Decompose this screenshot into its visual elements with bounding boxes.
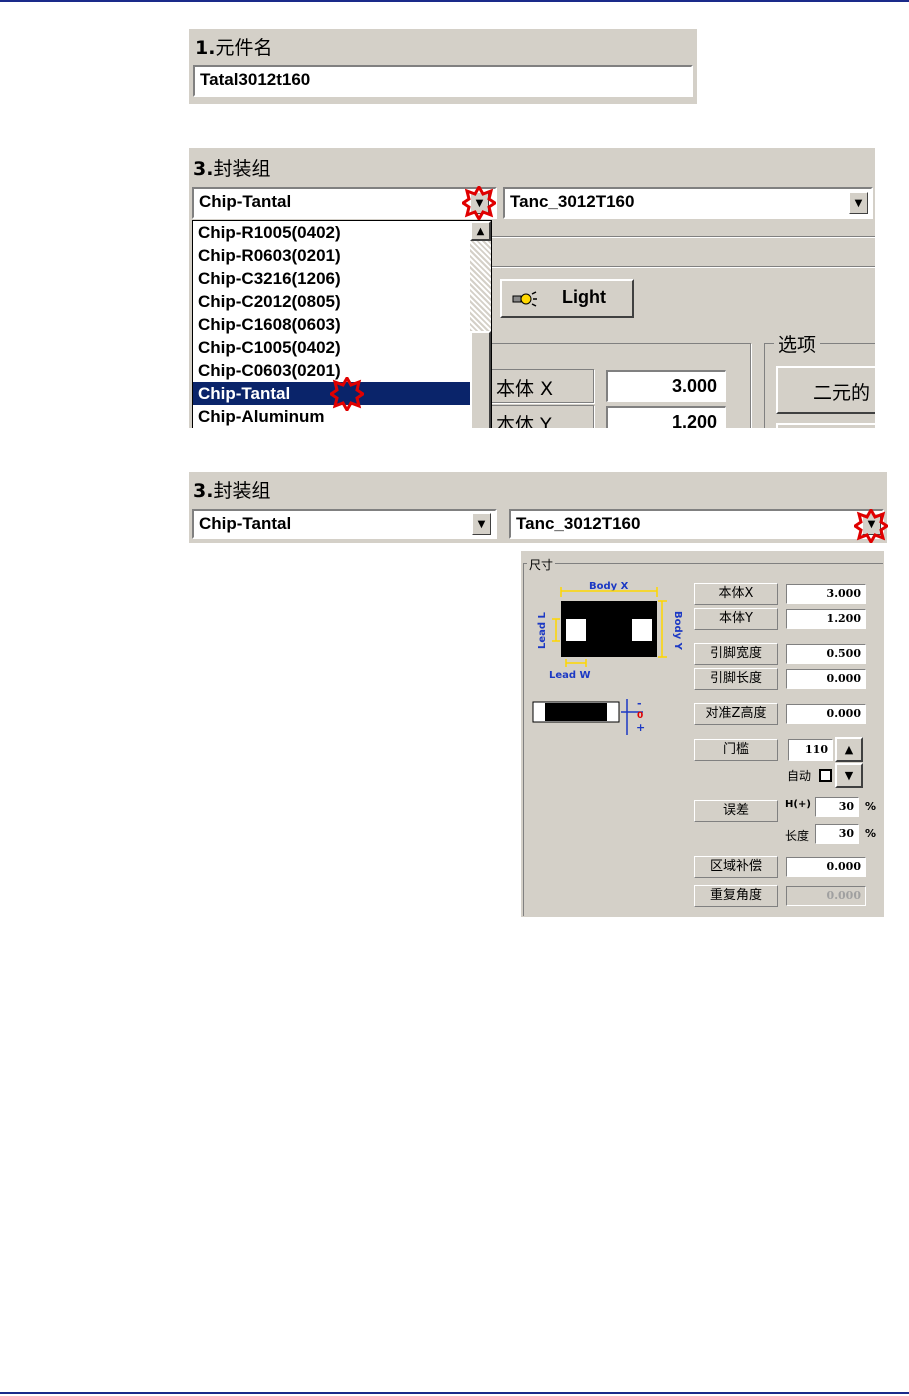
dimensions-panel: 尺寸 Body X Body Y Lead L Lead W - 0 + 本体X… (521, 551, 884, 917)
section-title: 封装组 (213, 480, 271, 502)
body-y-label-box (489, 405, 594, 428)
repeat-angle-input: 0.000 (786, 886, 866, 906)
section-number: 3. (193, 480, 214, 502)
lead-length-input[interactable]: 0.000 (786, 669, 866, 689)
list-item[interactable]: Chip-C2012(0805) (193, 290, 470, 313)
body-x-label-box (489, 369, 594, 403)
diagram-minus: - (637, 699, 642, 710)
list-item[interactable]: Chip-C3216(1206) (193, 267, 470, 290)
package-value: Tanc_3012T160 (516, 514, 641, 533)
align-z-height-button[interactable]: 对准Z高度 (694, 703, 778, 725)
list-item[interactable]: Chip-R1005(0402) (193, 221, 470, 244)
auto-label: 自动 (787, 769, 812, 783)
section-title: 元件名 (215, 37, 273, 59)
scroll-up-button[interactable]: ▲ (470, 221, 491, 241)
options-button-label: 二元的 (813, 382, 871, 404)
package-group-combobox[interactable]: Chip-Tantal (192, 509, 497, 539)
body-y-button[interactable]: 本体Y (694, 608, 778, 630)
diagram-lead-w: Lead W (549, 670, 591, 681)
chevron-up-icon: ▲ (844, 743, 854, 756)
tolerance-h-label: H(+) (785, 799, 811, 810)
package-combobox[interactable]: Tanc_3012T160 (509, 509, 884, 539)
section-title: 封装组 (213, 158, 271, 180)
tolerance-button[interactable]: 误差 (694, 800, 778, 822)
scroll-track-hatch (470, 241, 491, 331)
diagram-plus: + (636, 721, 645, 734)
threshold-button[interactable]: 门槛 (694, 739, 778, 761)
auto-checkbox[interactable] (819, 769, 832, 782)
package-group-label: 3.封装组 (193, 476, 270, 503)
package-group-panel-collapsed: 3.封装组 Chip-Tantal ▼ Tanc_3012T160 ▼ (189, 472, 888, 543)
options-groupbox-label: 选项 (774, 330, 821, 357)
package-dropdown-button[interactable]: ▼ (849, 192, 868, 214)
lead-left (566, 619, 586, 641)
body-x-input[interactable]: 3.000 (606, 370, 726, 402)
list-item[interactable]: Chip-C1608(0603) (193, 313, 470, 336)
chevron-up-icon: ▲ (476, 225, 485, 237)
package-value: Tanc_3012T160 (510, 192, 635, 211)
chevron-down-icon: ▼ (477, 518, 486, 530)
tolerance-h-input[interactable]: 30 (815, 797, 859, 817)
options-button-2[interactable] (776, 423, 875, 428)
lead-width-input[interactable]: 0.500 (786, 644, 866, 664)
tab-strip-line-2 (489, 266, 875, 268)
light-bulb-icon (512, 291, 537, 307)
bottom-rule (0, 1392, 909, 1394)
chip-profile-diagram: - 0 + (532, 699, 645, 735)
click-marker-icon (854, 509, 888, 543)
area-compensation-input[interactable]: 0.000 (786, 857, 866, 877)
click-marker-icon (330, 377, 364, 411)
chevron-down-icon: ▼ (854, 197, 863, 209)
light-button-label: Light (562, 287, 606, 307)
component-name-panel: 1.元件名 Tatal3012t160 (189, 29, 697, 104)
threshold-input[interactable]: 110 (788, 739, 833, 761)
package-group-value: Chip-Tantal (199, 192, 292, 211)
tolerance-l-label: 长度 (785, 829, 810, 843)
repeat-angle-button[interactable]: 重复角度 (694, 885, 778, 907)
diagram-body-y: Body Y (672, 611, 683, 651)
tolerance-l-unit: % (865, 827, 877, 840)
list-item[interactable]: Chip-R0603(0201) (193, 244, 470, 267)
section-number: 1. (195, 37, 216, 59)
chip-dimension-diagram: Body X Body Y Lead L Lead W (537, 581, 683, 681)
lead-right (632, 619, 652, 641)
threshold-up-button[interactable]: ▲ (835, 737, 863, 762)
chevron-down-icon: ▼ (844, 769, 854, 782)
list-item[interactable]: Chip-C1005(0402) (193, 336, 470, 359)
component-name-input[interactable]: Tatal3012t160 (193, 65, 693, 97)
diagram-lead-l: Lead L (537, 611, 548, 649)
scroll-thumb[interactable] (470, 331, 491, 428)
dimensions-title: 尺寸 (527, 556, 556, 573)
tab-strip-line (489, 236, 875, 238)
options-button[interactable]: 二元的 (776, 366, 875, 414)
package-group-combobox[interactable]: Chip-Tantal (192, 187, 497, 219)
package-group-dropdown-button[interactable]: ▼ (472, 513, 491, 535)
tolerance-l-input[interactable]: 30 (815, 824, 859, 844)
package-group-label: 3.封装组 (193, 154, 270, 181)
component-name-label: 1.元件名 (195, 33, 272, 60)
click-marker-icon (462, 186, 496, 220)
body-y-input[interactable]: 1.200 (606, 406, 726, 428)
lead-width-button[interactable]: 引脚宽度 (694, 643, 778, 665)
package-group-value: Chip-Tantal (199, 514, 292, 533)
area-compensation-button[interactable]: 区域补偿 (694, 856, 778, 878)
package-combobox[interactable]: Tanc_3012T160 (503, 187, 873, 219)
list-scrollbar[interactable]: ▲ (470, 221, 491, 428)
package-group-panel-expanded: 3.封装组 Chip-Tantal ▼ Tanc_3012T160 ▼ Ligh… (189, 148, 875, 428)
tolerance-h-unit: % (865, 800, 877, 813)
top-rule (0, 0, 909, 2)
body-x-button[interactable]: 本体X (694, 583, 778, 605)
threshold-down-button[interactable]: ▼ (835, 763, 863, 788)
diagram-zero: 0 (637, 711, 643, 721)
lead-length-button[interactable]: 引脚长度 (694, 668, 778, 690)
body-x-input[interactable]: 3.000 (786, 584, 866, 604)
section-number: 3. (193, 158, 214, 180)
body-y-input[interactable]: 1.200 (786, 609, 866, 629)
align-z-height-input[interactable]: 0.000 (786, 704, 866, 724)
light-button[interactable]: Light (500, 279, 634, 318)
